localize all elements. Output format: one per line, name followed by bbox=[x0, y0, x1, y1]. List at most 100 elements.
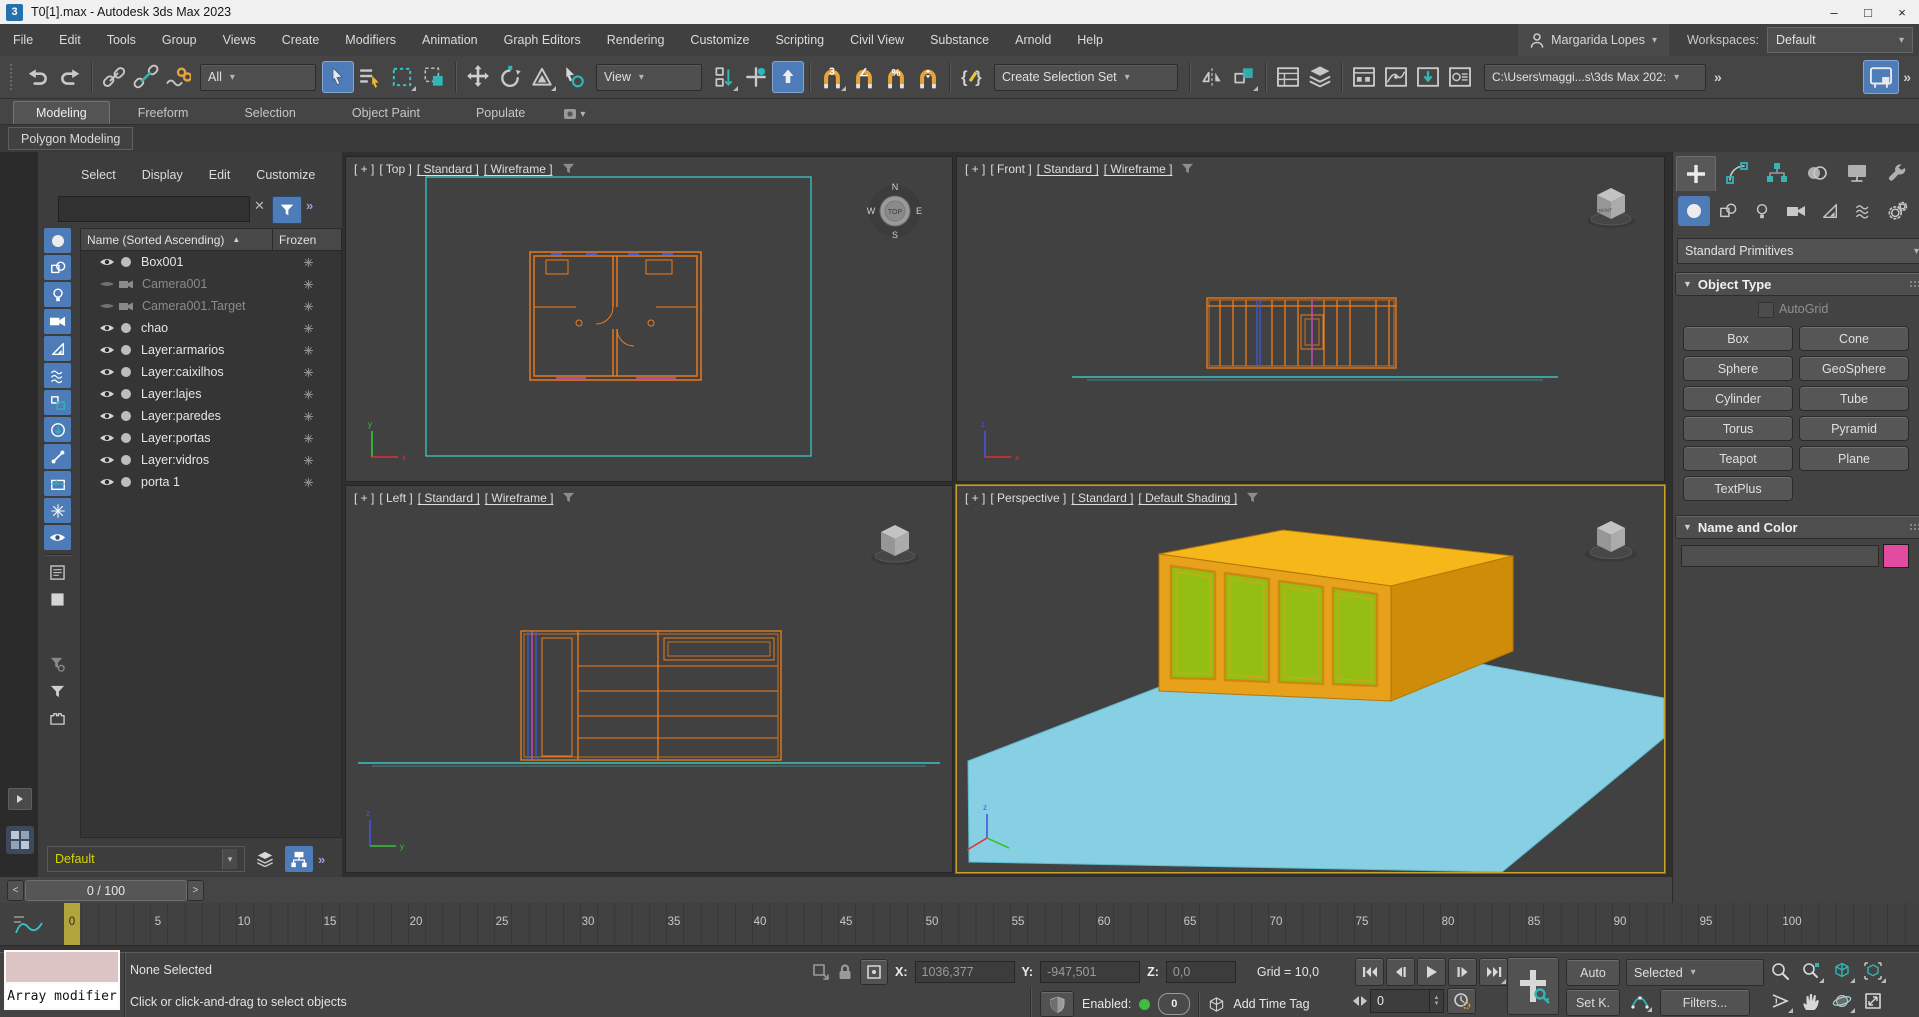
table-row-layer-caixilhos[interactable]: Layer:caixilhos bbox=[81, 361, 341, 383]
add-time-tag[interactable]: Add Time Tag bbox=[1233, 997, 1309, 1011]
minimize-button[interactable]: – bbox=[1817, 0, 1851, 24]
auto-key-button[interactable]: Auto bbox=[1566, 959, 1620, 986]
display-hidden-toggle[interactable] bbox=[44, 525, 71, 550]
table-row-layer-armarios[interactable]: Layer:armarios bbox=[81, 339, 341, 361]
mirror-button[interactable] bbox=[1196, 61, 1228, 93]
viewport-menu-pov[interactable]: [ Top ] bbox=[379, 162, 411, 176]
frozen-toggle-icon[interactable] bbox=[303, 257, 314, 268]
category-systems[interactable] bbox=[1882, 196, 1914, 226]
sort-ascending-icon[interactable]: ▲ bbox=[232, 235, 240, 244]
menu-help[interactable]: Help bbox=[1064, 33, 1116, 47]
create-pyramid-button[interactable]: Pyramid bbox=[1799, 416, 1909, 441]
viewport-menu-general[interactable]: [ + ] bbox=[354, 491, 374, 505]
toggle-scene-explorer-button[interactable] bbox=[1272, 61, 1304, 93]
ribbon-tab-modeling[interactable]: Modeling bbox=[13, 101, 110, 124]
menu-animation[interactable]: Animation bbox=[409, 33, 491, 47]
frozen-toggle-icon[interactable] bbox=[303, 411, 314, 422]
edit-named-selection-sets-button[interactable]: {} bbox=[956, 61, 988, 93]
time-configuration-button[interactable] bbox=[1447, 988, 1476, 1014]
keyboard-shortcut-override-toggle[interactable] bbox=[772, 61, 804, 93]
table-row-layer-lajes[interactable]: Layer:lajes bbox=[81, 383, 341, 405]
view-cube[interactable] bbox=[1585, 521, 1637, 562]
select-and-place-button[interactable] bbox=[558, 61, 590, 93]
y-coordinate-field[interactable]: -947,501 bbox=[1040, 961, 1140, 983]
close-button[interactable]: × bbox=[1885, 0, 1919, 24]
table-row-box001[interactable]: Box001 bbox=[81, 251, 341, 273]
autogrid-checkbox[interactable] bbox=[1758, 302, 1774, 318]
select-by-name-button[interactable] bbox=[354, 61, 386, 93]
frozen-column-header[interactable]: Frozen bbox=[273, 233, 341, 247]
create-sphere-button[interactable]: Sphere bbox=[1683, 356, 1793, 381]
track-bar-ruler[interactable]: 0 5 10 15 20 25 30 35 40 45 50 55 60 65 … bbox=[0, 903, 1919, 946]
angle-snap-toggle-button[interactable]: ∠ bbox=[848, 61, 880, 93]
select-and-manipulate-button[interactable] bbox=[740, 61, 772, 93]
menu-create[interactable]: Create bbox=[269, 33, 333, 47]
tab-modify[interactable] bbox=[1718, 156, 1756, 190]
category-lights[interactable] bbox=[1746, 196, 1778, 226]
current-frame-field[interactable]: 0 ▲▼ bbox=[1370, 989, 1444, 1013]
view-cube[interactable] bbox=[871, 525, 919, 565]
filter-settings-icon[interactable] bbox=[44, 652, 71, 677]
bind-to-space-warp-icon[interactable] bbox=[162, 61, 194, 93]
maximize-viewport-toggle-button[interactable] bbox=[1858, 986, 1888, 1015]
menu-tools[interactable]: Tools bbox=[94, 33, 149, 47]
display-spacewarps-toggle[interactable] bbox=[44, 363, 71, 388]
frame-spinner[interactable]: ▲▼ bbox=[1429, 990, 1443, 1012]
create-geosphere-button[interactable]: GeoSphere bbox=[1799, 356, 1909, 381]
object-type-rollout-header[interactable]: ▼Object Type bbox=[1675, 272, 1919, 296]
layers-icon[interactable] bbox=[251, 846, 279, 872]
perspective-viewport-canvas[interactable]: z bbox=[957, 486, 1664, 872]
toolbar-overflow-chevrons[interactable]: » bbox=[1714, 69, 1722, 85]
display-cameras-toggle[interactable] bbox=[44, 309, 71, 334]
display-helpers-toggle[interactable] bbox=[44, 336, 71, 361]
zoom-all-button[interactable] bbox=[1796, 956, 1826, 985]
category-shapes[interactable] bbox=[1712, 196, 1744, 226]
active-layer-dropdown[interactable]: Default ▾ bbox=[47, 846, 245, 872]
previous-frame-button[interactable] bbox=[1386, 958, 1415, 986]
display-by-layer-button[interactable] bbox=[285, 846, 313, 872]
toggle-layer-explorer-button[interactable] bbox=[1304, 61, 1336, 93]
create-box-button[interactable]: Box bbox=[1683, 326, 1793, 351]
object-color-swatch[interactable] bbox=[1883, 544, 1909, 568]
viewport-menu-general[interactable]: [ + ] bbox=[965, 491, 985, 505]
filter-icon[interactable] bbox=[44, 679, 71, 704]
eye-icon[interactable] bbox=[99, 432, 115, 444]
zoom-extents-button[interactable] bbox=[1827, 956, 1857, 985]
explorer-filter-button[interactable] bbox=[272, 196, 302, 224]
category-space-warps[interactable] bbox=[1848, 196, 1880, 226]
pan-view-button[interactable] bbox=[1796, 986, 1826, 1015]
toggle-ribbon-button[interactable] bbox=[1348, 61, 1380, 93]
eye-icon[interactable] bbox=[99, 344, 115, 356]
object-category-dropdown[interactable]: Standard Primitives▾ bbox=[1677, 238, 1919, 264]
display-groups-toggle[interactable] bbox=[44, 390, 71, 415]
previous-frame-nub[interactable]: < bbox=[7, 880, 24, 901]
selection-filter-dropdown[interactable]: All▾ bbox=[200, 64, 316, 91]
container-icon[interactable] bbox=[44, 706, 71, 731]
explorer-overflow-chevrons[interactable]: » bbox=[306, 198, 313, 213]
menu-graph-editors[interactable]: Graph Editors bbox=[491, 33, 594, 47]
render-setup-button[interactable] bbox=[1444, 61, 1476, 93]
eye-icon[interactable] bbox=[99, 410, 115, 422]
frozen-toggle-icon[interactable] bbox=[303, 323, 314, 334]
display-xrefs-toggle[interactable] bbox=[44, 417, 71, 442]
mini-curve-editor-button[interactable] bbox=[10, 909, 50, 939]
display-containers-toggle[interactable] bbox=[44, 471, 71, 496]
time-slider-track[interactable]: < 0 / 100 > bbox=[0, 877, 1672, 904]
frozen-toggle-icon[interactable] bbox=[303, 477, 314, 488]
redo-button[interactable] bbox=[54, 61, 86, 93]
isolate-selection-icon[interactable] bbox=[812, 963, 830, 981]
menu-customize[interactable]: Customize bbox=[677, 33, 762, 47]
field-of-view-button[interactable] bbox=[1765, 986, 1795, 1015]
table-row-porta-1[interactable]: porta 1 bbox=[81, 471, 341, 493]
frozen-toggle-icon[interactable] bbox=[303, 367, 314, 378]
enabled-status-dot[interactable] bbox=[1139, 999, 1150, 1010]
undo-button[interactable] bbox=[22, 61, 54, 93]
set-key-button[interactable]: Set K. bbox=[1566, 989, 1620, 1016]
menu-views[interactable]: Views bbox=[210, 33, 269, 47]
select-and-scale-button[interactable] bbox=[526, 61, 558, 93]
menu-edit[interactable]: Edit bbox=[46, 33, 94, 47]
front-viewport-canvas[interactable]: FRONT z x bbox=[957, 157, 1664, 481]
select-and-move-button[interactable] bbox=[462, 61, 494, 93]
create-textplus-button[interactable]: TextPlus bbox=[1683, 476, 1793, 501]
user-account-menu[interactable]: Margarida Lopes▾ bbox=[1518, 24, 1669, 56]
